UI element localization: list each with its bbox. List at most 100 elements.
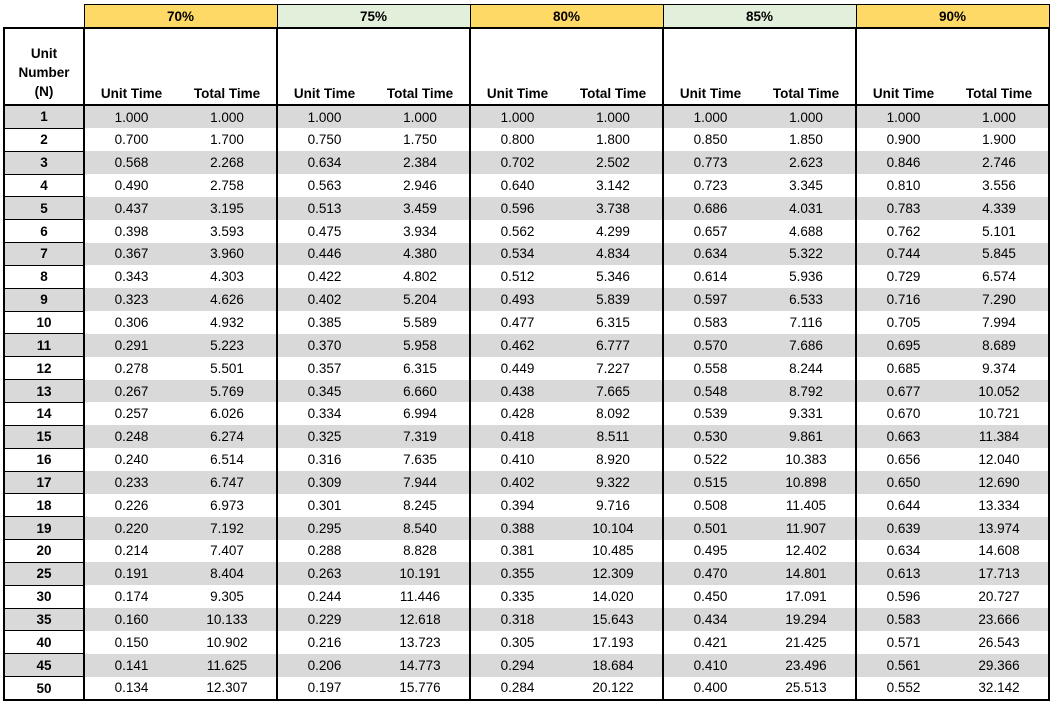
table-row: 1 1.000 1.000 1.000 1.000 1.000 1.000 1.000 1.00…	[3, 105, 1050, 129]
unit-time-cell: 0.214	[83, 539, 178, 563]
unit-time-cell: 0.596	[469, 196, 564, 220]
table-row: 25 0.191 8.404 0.263 10.191 0.355 12.309 0.470 1…	[3, 562, 1050, 586]
unit-time-cell: 0.134	[83, 676, 178, 701]
unit-time-cell: 0.355	[469, 562, 564, 586]
total-time-cell: 9.331	[757, 402, 857, 426]
unit-time-cell: 0.462	[469, 333, 564, 357]
unit-time-cell: 0.670	[855, 402, 950, 426]
total-time-cell: 8.245	[371, 493, 471, 517]
unit-time-cell: 0.418	[469, 425, 564, 449]
total-time-cell: 5.936	[757, 265, 857, 289]
unit-time-cell: 0.301	[276, 493, 371, 517]
unit-time-cell: 0.583	[855, 608, 950, 631]
unit-time-cell: 0.226	[83, 493, 178, 517]
unit-time-cell: 0.150	[83, 630, 178, 654]
unit-number-cell: 13	[3, 379, 85, 403]
unit-time-cell: 0.723	[662, 174, 757, 197]
unit-time-cell: 0.385	[276, 311, 371, 334]
unit-number-cell: 30	[3, 585, 85, 609]
total-time-cell: 14.773	[371, 653, 471, 677]
total-time-cell: 5.204	[371, 288, 471, 312]
unit-time-cell: 0.422	[276, 265, 371, 289]
total-time-cell: 25.513	[757, 676, 857, 701]
total-time-cell: 23.666	[950, 608, 1050, 631]
total-time-cell: 10.052	[950, 379, 1050, 403]
total-time-cell: 3.738	[564, 196, 664, 220]
percentage-header-row: 70% 75% 80% 85% 90%	[4, 4, 1050, 29]
total-time-cell: 11.405	[757, 493, 857, 517]
total-time-cell: 13.334	[950, 493, 1050, 517]
table-row: 8 0.343 4.303 0.422 4.802 0.512 5.346 0.614 5.93…	[3, 265, 1050, 289]
unit-time-cell: 0.846	[855, 151, 950, 175]
unit-time-cell: 0.508	[662, 493, 757, 517]
total-time-cell: 6.777	[564, 333, 664, 357]
unit-number-header: Unit Number (N)	[3, 28, 85, 106]
unit-number-cell: 50	[3, 676, 85, 701]
unit-number-cell: 15	[3, 425, 85, 449]
total-time-cell: 20.122	[564, 676, 664, 701]
unit-time-cell: 0.323	[83, 288, 178, 312]
unit-time-cell: 0.294	[469, 653, 564, 677]
group-header-75: 75%	[276, 4, 471, 29]
unit-time-cell: 0.216	[276, 630, 371, 654]
table-row: 9 0.323 4.626 0.402 5.204 0.493 5.839 0.597 6.53…	[3, 288, 1050, 312]
group-header-90: 90%	[855, 4, 1050, 29]
total-time-cell: 2.946	[371, 174, 471, 197]
total-time-cell: 10.902	[178, 630, 278, 654]
unit-time-cell: 0.530	[662, 425, 757, 449]
unit-time-cell: 0.141	[83, 653, 178, 677]
unit-number-cell: 11	[3, 333, 85, 358]
unit-time-cell: 0.597	[662, 288, 757, 312]
unit-time-cell: 0.657	[662, 219, 757, 243]
total-time-cell: 6.533	[757, 288, 857, 312]
unit-number-cell: 35	[3, 608, 85, 632]
table-row: 13 0.267 5.769 0.345 6.660 0.438 7.665 0.548 8.7…	[3, 379, 1050, 403]
unit-time-header: Unit Time	[469, 28, 564, 106]
total-time-cell: 10.133	[178, 608, 278, 631]
unit-time-cell: 0.650	[855, 471, 950, 494]
unit-number-cell: 8	[3, 265, 85, 289]
unit-time-header: Unit Time	[662, 28, 757, 106]
unit-time-cell: 0.470	[662, 562, 757, 586]
total-time-cell: 3.459	[371, 196, 471, 220]
total-time-cell: 1.000	[757, 105, 857, 129]
unit-number-cell: 4	[3, 174, 85, 198]
total-time-cell: 11.907	[757, 516, 857, 540]
total-time-cell: 3.195	[178, 196, 278, 220]
unit-time-cell: 0.437	[83, 196, 178, 220]
total-time-cell: 4.339	[950, 196, 1050, 220]
table-row: 35 0.160 10.133 0.229 12.618 0.318 15.643 0.434…	[3, 608, 1050, 632]
unit-time-cell: 0.548	[662, 379, 757, 403]
total-time-cell: 10.485	[564, 539, 664, 563]
total-time-cell: 1.900	[950, 128, 1050, 152]
total-time-cell: 20.727	[950, 585, 1050, 609]
unit-time-header: Unit Time	[83, 28, 178, 106]
unit-time-cell: 0.596	[855, 585, 950, 609]
unit-number-cell: 45	[3, 653, 85, 678]
table-row: 45 0.141 11.625 0.206 14.773 0.294 18.684 0.410…	[3, 653, 1050, 678]
total-time-cell: 10.191	[371, 562, 471, 586]
unit-time-cell: 0.381	[469, 539, 564, 563]
unit-number-cell: 18	[3, 493, 85, 518]
table-row: 17 0.233 6.747 0.309 7.944 0.402 9.322 0.515 10.…	[3, 471, 1050, 495]
unit-time-cell: 0.656	[855, 448, 950, 471]
total-time-cell: 12.402	[757, 539, 857, 563]
unit-time-cell: 0.388	[469, 516, 564, 540]
total-time-cell: 3.345	[757, 174, 857, 197]
unit-time-cell: 0.810	[855, 174, 950, 197]
total-time-cell: 15.643	[564, 608, 664, 631]
total-time-cell: 6.274	[178, 425, 278, 449]
total-time-cell: 1.750	[371, 128, 471, 152]
total-time-cell: 7.227	[564, 356, 664, 380]
total-time-cell: 23.496	[757, 653, 857, 677]
unit-label-line1: Unit	[30, 46, 58, 61]
total-time-cell: 8.244	[757, 356, 857, 380]
total-time-cell: 12.618	[371, 608, 471, 631]
total-time-cell: 9.374	[950, 356, 1050, 380]
total-time-cell: 15.776	[371, 676, 471, 701]
unit-time-cell: 0.561	[855, 653, 950, 677]
total-time-cell: 17.713	[950, 562, 1050, 586]
table-body: 1 1.000 1.000 1.000 1.000 1.000 1.000 1.000 1.00…	[3, 105, 1050, 701]
unit-time-cell: 0.475	[276, 219, 371, 243]
total-time-cell: 10.104	[564, 516, 664, 540]
